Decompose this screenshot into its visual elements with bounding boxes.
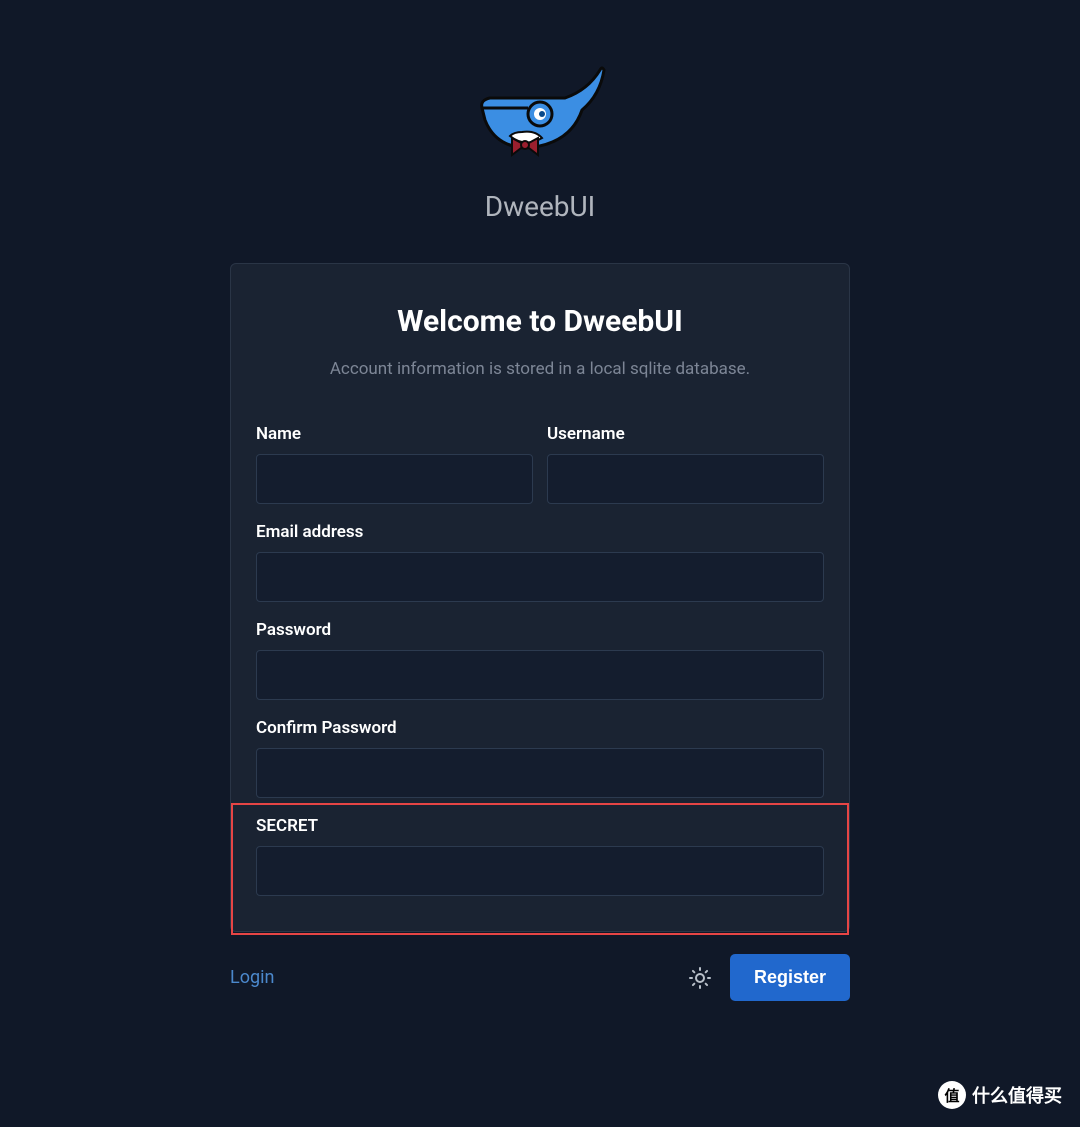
watermark-badge-icon: 值 (938, 1081, 966, 1109)
confirm-password-label: Confirm Password (256, 718, 824, 738)
username-input[interactable] (547, 454, 824, 504)
card-subtitle: Account information is stored in a local… (256, 359, 824, 379)
email-input[interactable] (256, 552, 824, 602)
username-label: Username (547, 424, 824, 444)
registration-card: Welcome to DweebUI Account information i… (230, 263, 850, 932)
secret-input[interactable] (256, 846, 824, 896)
confirm-password-input[interactable] (256, 748, 824, 798)
login-link[interactable]: Login (230, 967, 274, 988)
email-label: Email address (256, 522, 824, 542)
watermark: 值 什么值得买 (938, 1081, 1062, 1109)
card-heading: Welcome to DweebUI (256, 304, 824, 339)
secret-label: SECRET (256, 816, 824, 836)
app-title: DweebUI (485, 190, 596, 223)
footer: Login Register (230, 954, 850, 1001)
theme-toggle-button[interactable] (688, 966, 712, 990)
sun-icon (688, 966, 712, 990)
name-label: Name (256, 424, 533, 444)
password-label: Password (256, 620, 824, 640)
register-button[interactable]: Register (730, 954, 850, 1001)
name-input[interactable] (256, 454, 533, 504)
password-input[interactable] (256, 650, 824, 700)
logo-section: DweebUI (470, 60, 610, 223)
watermark-text: 什么值得买 (972, 1082, 1062, 1108)
whale-logo-icon (470, 60, 610, 180)
